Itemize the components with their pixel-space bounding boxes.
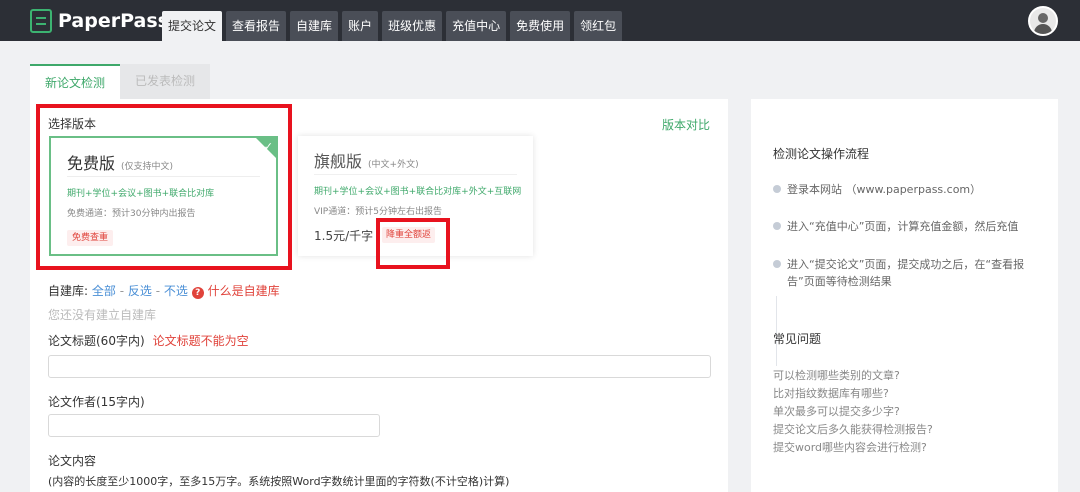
- title-field-label: 论文标题(60字内) 论文标题不能为空: [48, 334, 249, 348]
- card-title: 旗舰版 (中文+外文): [314, 152, 419, 171]
- nav-self-library[interactable]: 自建库: [290, 11, 339, 41]
- refund-badge-highlight-box: [376, 218, 450, 269]
- content-hint: (内容的长度至少1000字，至多15万字。系统按照Word字数统计里面的字符数(…: [48, 475, 510, 488]
- logo[interactable]: PaperPass: [30, 9, 169, 33]
- card-note: VIP通道：预计5分钟左右出报告: [314, 207, 442, 217]
- step-dot-icon: [773, 260, 781, 268]
- free-version-highlight-box: [36, 104, 292, 270]
- author-field-label: 论文作者(15字内): [48, 395, 145, 409]
- logo-text: PaperPass: [58, 10, 169, 32]
- process-step: 进入“充值中心”页面，计算充值金额，然后充值: [773, 218, 1043, 235]
- separator: -: [119, 284, 125, 298]
- library-invert-select[interactable]: 反选: [128, 284, 152, 298]
- nav-view-report[interactable]: 查看报告: [226, 11, 287, 41]
- faq-link[interactable]: 可以检测哪些类别的文章?: [773, 367, 900, 383]
- step-dot-icon: [773, 185, 781, 193]
- author-input[interactable]: [48, 414, 380, 437]
- faq-link[interactable]: 比对指纹数据库有哪些?: [773, 385, 889, 401]
- question-icon[interactable]: ?: [191, 287, 204, 299]
- step-dot-icon: [773, 222, 781, 230]
- content-field-label: 论文内容: [48, 454, 97, 468]
- faq-link[interactable]: 提交论文后多久能获得检测报告?: [773, 421, 933, 437]
- help-sidebar: 检测论文操作流程 登录本网站 （www.paperpass.com） 进入“充值…: [751, 99, 1058, 492]
- card-databases: 期刊+学位+会议+图书+联合比对库+外文+互联网: [314, 187, 522, 197]
- process-step: 进入“提交论文”页面，提交成功之后，在“查看报告”页面等待检测结果: [773, 256, 1043, 290]
- library-help-link[interactable]: 什么是自建库: [208, 284, 280, 298]
- nav-recharge[interactable]: 充值中心: [446, 11, 507, 41]
- separator: -: [155, 284, 161, 298]
- paper-logo-icon: [30, 9, 52, 33]
- title-error: 论文标题不能为空: [152, 334, 249, 348]
- faq-link[interactable]: 单次最多可以提交多少字?: [773, 403, 900, 419]
- nav-submit-paper[interactable]: 提交论文: [162, 11, 223, 41]
- faq-title: 常见问题: [773, 332, 822, 346]
- title-input[interactable]: [48, 355, 711, 378]
- nav-class-discount[interactable]: 班级优惠: [382, 11, 443, 41]
- divider: [314, 174, 517, 175]
- self-library-row: 自建库: 全部 - 反选 - 不选 ? 什么是自建库: [48, 282, 280, 299]
- nav-red-packet[interactable]: 领红包: [574, 11, 623, 41]
- nav-free-use[interactable]: 免费使用: [510, 11, 571, 41]
- check-type-tabs: 新论文检测 已发表检测: [30, 64, 211, 99]
- tab-new-paper[interactable]: 新论文检测: [30, 64, 121, 99]
- process-title: 检测论文操作流程: [773, 147, 870, 161]
- library-empty-note: 您还没有建立自建库: [48, 308, 157, 322]
- user-avatar-icon[interactable]: [1028, 6, 1058, 36]
- process-step: 登录本网站 （www.paperpass.com）: [773, 181, 1043, 198]
- library-select-all[interactable]: 全部: [92, 284, 116, 298]
- library-label: 自建库:: [48, 284, 89, 298]
- top-navigation-bar: PaperPass 提交论文 查看报告 自建库 账户 班级优惠 充值中心 免费使…: [0, 0, 1080, 41]
- library-select-none[interactable]: 不选: [164, 284, 188, 298]
- nav-account[interactable]: 账户: [342, 11, 379, 41]
- version-compare-link[interactable]: 版本对比: [662, 116, 710, 133]
- main-nav: 提交论文 查看报告 自建库 账户 班级优惠 充值中心 免费使用 领红包: [162, 11, 626, 41]
- faq-link[interactable]: 提交word哪些内容会进行检测?: [773, 439, 927, 455]
- tab-published-paper[interactable]: 已发表检测: [120, 64, 211, 99]
- price-label: 1.5元/千字: [314, 229, 374, 243]
